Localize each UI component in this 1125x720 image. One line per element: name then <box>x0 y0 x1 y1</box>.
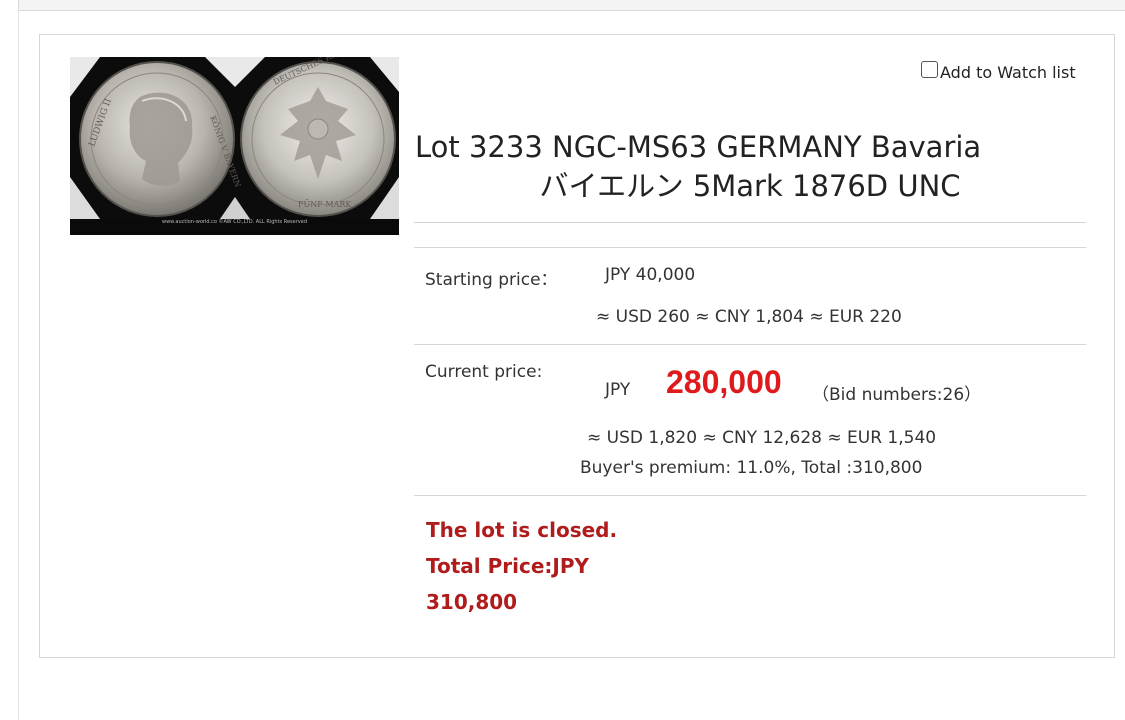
watch-list-label: Add to Watch list <box>940 63 1076 82</box>
buyers-premium: Buyer's premium: 11.0%, Total :310,800 <box>580 458 923 478</box>
total-price-value: 310,800 <box>426 590 518 614</box>
image-watermark: www.auction-world.co ©AW CO.,LTD. ALL Ri… <box>70 219 399 235</box>
current-price-label: Current price: <box>425 362 543 382</box>
bid-count: （Bid numbers:26） <box>812 385 982 405</box>
svg-text:FÜNF MARK: FÜNF MARK <box>298 200 352 209</box>
checkbox-icon[interactable] <box>921 61 938 78</box>
current-price-value: 280,000 <box>666 364 782 400</box>
lot-closed-text: The lot is closed. <box>426 518 618 542</box>
lot-title: Lot 3233 NGC-MS63 GERMANY Bavaria バイエルン … <box>415 128 1085 206</box>
starting-price-converted: ≈ USD 260 ≈ CNY 1,804 ≈ EUR 220 <box>596 307 902 327</box>
divider <box>414 344 1086 345</box>
starting-price-label: Starting price： <box>425 270 558 290</box>
coin-image[interactable]: LUDWIG II KÖNIG V BAYERN DEUTSCHES REICH… <box>70 57 399 235</box>
divider <box>414 222 1086 223</box>
lot-title-line1: Lot 3233 NGC-MS63 GERMANY Bavaria <box>415 130 982 164</box>
lot-status: The lot is closed. Total Price:JPY 310,8… <box>426 512 617 620</box>
starting-price-value: JPY 40,000 <box>605 265 696 285</box>
coin-photo-graphic: LUDWIG II KÖNIG V BAYERN DEUTSCHES REICH… <box>70 57 399 235</box>
watch-list-toggle[interactable]: Add to Watch list <box>921 61 1076 82</box>
top-bar <box>18 0 1125 11</box>
current-price-converted: ≈ USD 1,820 ≈ CNY 12,628 ≈ EUR 1,540 <box>587 428 937 448</box>
total-price-label: Total Price:JPY <box>426 554 589 578</box>
divider <box>414 247 1086 248</box>
divider <box>414 495 1086 496</box>
lot-title-line2: バイエルン 5Mark 1876D UNC <box>539 169 961 203</box>
left-rail <box>18 10 19 720</box>
current-price-currency: JPY <box>605 380 631 400</box>
